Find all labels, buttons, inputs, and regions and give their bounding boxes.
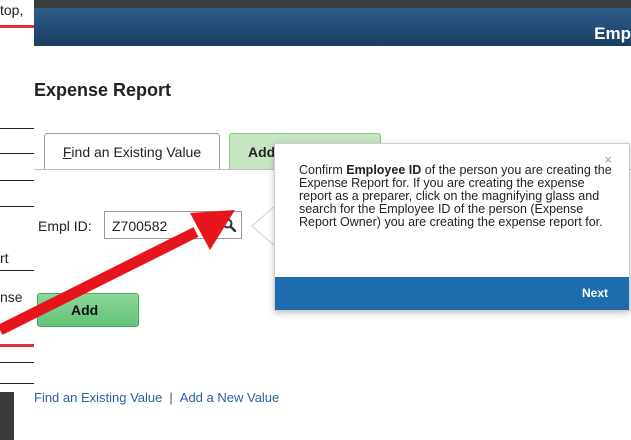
background-line — [0, 180, 34, 181]
add-button[interactable]: Add — [37, 293, 139, 327]
empl-id-input[interactable]: Z700582 — [104, 211, 242, 239]
next-button[interactable]: Next — [582, 286, 608, 300]
popover-pointer — [251, 205, 276, 247]
empl-id-label: Empl ID: — [38, 218, 92, 234]
tab-find-label: ind an Existing Value — [71, 144, 202, 160]
background-line — [0, 383, 34, 384]
window-top-frame — [34, 0, 631, 8]
background-text-fragment: top, — [0, 2, 24, 18]
popover-text-bold: Employee ID — [346, 163, 422, 177]
guide-popover: × Confirm Employee ID of the person you … — [274, 143, 630, 311]
background-line — [0, 270, 34, 271]
popover-message: Confirm Employee ID of the person you ar… — [299, 164, 617, 229]
background-red-line — [0, 344, 34, 347]
footer-links: Find an Existing Value | Add a New Value — [34, 390, 279, 405]
background-text-fragment: rt — [0, 250, 9, 266]
tab-find-existing-value[interactable]: Find an Existing Value — [44, 133, 220, 169]
empl-id-value: Z700582 — [112, 218, 168, 234]
header-bar: Emp — [34, 8, 631, 46]
popover-text-start: Confirm — [299, 163, 347, 177]
magnifying-glass-icon[interactable] — [222, 218, 236, 232]
header-title: Emp — [594, 24, 631, 43]
tab-add-label: Add — [248, 144, 276, 160]
popover-footer: Next — [275, 277, 629, 310]
background-line — [0, 362, 34, 363]
add-new-value-link[interactable]: Add a New Value — [180, 390, 280, 405]
background-red-line — [0, 25, 34, 28]
find-existing-value-link[interactable]: Find an Existing Value — [34, 390, 162, 405]
footer-separator: | — [169, 390, 173, 405]
background-line — [0, 153, 34, 154]
background-line — [0, 128, 34, 129]
background-line — [0, 206, 34, 207]
page-title: Expense Report — [34, 80, 172, 100]
background-window-strip: top, rt nse — [0, 0, 34, 440]
background-dark-block — [0, 392, 14, 440]
background-text-fragment: nse — [0, 289, 23, 305]
